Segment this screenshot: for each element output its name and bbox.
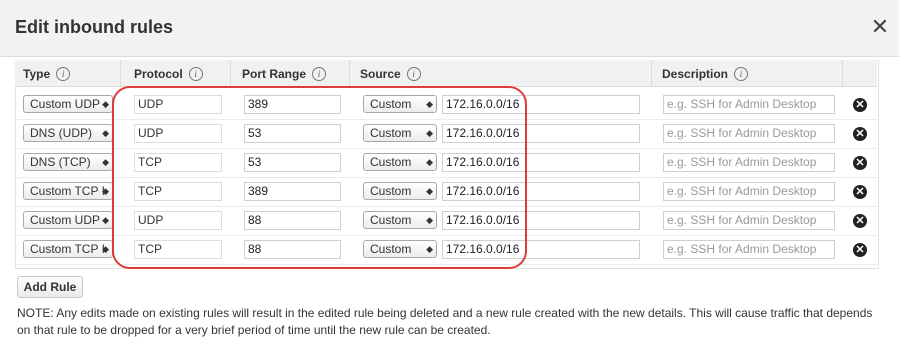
source-cidr-input[interactable]: 172.16.0.0/16 [442, 211, 640, 230]
column-header-protocol: Protocol i [134, 66, 203, 81]
rule-row: DNS (TCP) ◆ TCP 53 Custom ◆ 172.16.0.0/16 … [15, 148, 877, 178]
port-range-input[interactable]: 389 [244, 182, 341, 201]
select-arrow-icon: ◆ [426, 157, 433, 167]
port-range-input[interactable]: 88 [244, 211, 341, 230]
rule-row: Custom UDP ◆ UDP 389 Custom ◆ 172.16.0.0/1… [15, 90, 877, 120]
type-select[interactable]: Custom UDP ◆ [23, 211, 113, 229]
type-select[interactable]: DNS (UDP) ◆ [23, 124, 113, 142]
type-select[interactable]: Custom UDP ◆ [23, 95, 113, 113]
add-rule-button[interactable]: Add Rule [17, 276, 83, 298]
source-select[interactable]: Custom ◆ [363, 95, 437, 113]
source-cidr-input[interactable]: 172.16.0.0/16 [442, 153, 640, 172]
port-range-input[interactable]: 88 [244, 240, 341, 259]
source-cidr-input[interactable]: 172.16.0.0/16 [442, 182, 640, 201]
column-header-port-range: Port Range i [242, 66, 327, 81]
delete-rule-icon[interactable]: ✕ [853, 127, 867, 141]
port-range-input[interactable]: 389 [244, 95, 341, 114]
source-select-value: Custom [370, 155, 412, 169]
delete-rule-icon[interactable]: ✕ [853, 156, 867, 170]
type-select[interactable]: Custom TCP I ◆ [23, 182, 113, 200]
info-icon[interactable]: i [734, 66, 749, 81]
type-select[interactable]: Custom TCP I ◆ [23, 240, 113, 258]
description-input[interactable]: e.g. SSH for Admin Desktop [663, 211, 835, 230]
type-select-value: Custom UDP [30, 213, 101, 227]
type-select-value: Custom UDP [30, 97, 101, 111]
description-input[interactable]: e.g. SSH for Admin Desktop [663, 95, 835, 114]
source-select-value: Custom [370, 97, 412, 111]
source-select-value: Custom [370, 242, 412, 256]
info-icon[interactable]: i [406, 66, 421, 81]
select-arrow-icon: ◆ [102, 157, 109, 167]
source-cidr-input[interactable]: 172.16.0.0/16 [442, 95, 640, 114]
column-divider [349, 60, 350, 86]
select-arrow-icon: ◆ [102, 215, 109, 225]
column-divider [651, 60, 652, 86]
source-select[interactable]: Custom ◆ [363, 153, 437, 171]
close-icon[interactable]: ✕ [870, 14, 890, 40]
column-header-type: Type i [23, 66, 71, 81]
dialog-title: Edit inbound rules [15, 17, 173, 37]
dialog-header: Edit inbound rules ✕ [0, 0, 899, 57]
type-select-value: DNS (TCP) [30, 155, 91, 169]
port-range-input[interactable]: 53 [244, 124, 341, 143]
rule-row: Custom TCP I ◆ TCP 389 Custom ◆ 172.16.0.0… [15, 177, 877, 207]
select-arrow-icon: ◆ [102, 244, 109, 254]
edit-warning-note: NOTE: Any edits made on existing rules w… [17, 306, 873, 337]
info-icon[interactable]: i [188, 66, 203, 81]
column-divider [230, 60, 231, 86]
column-protocol-label: Protocol [134, 66, 183, 81]
select-arrow-icon: ◆ [102, 186, 109, 196]
select-arrow-icon: ◆ [426, 128, 433, 138]
type-select[interactable]: DNS (TCP) ◆ [23, 153, 113, 171]
protocol-field: UDP [134, 124, 222, 143]
column-source-label: Source [360, 66, 401, 81]
rules-table-header: Type i Protocol i Port Range i Source i Desc… [15, 60, 877, 87]
protocol-field: TCP [134, 182, 222, 201]
select-arrow-icon: ◆ [426, 244, 433, 254]
description-input[interactable]: e.g. SSH for Admin Desktop [663, 182, 835, 201]
column-divider [842, 60, 843, 86]
column-divider [120, 60, 121, 86]
select-arrow-icon: ◆ [426, 215, 433, 225]
info-icon[interactable]: i [312, 66, 327, 81]
source-select[interactable]: Custom ◆ [363, 211, 437, 229]
delete-rule-icon[interactable]: ✕ [853, 243, 867, 257]
port-range-input[interactable]: 53 [244, 153, 341, 172]
source-cidr-input[interactable]: 172.16.0.0/16 [442, 240, 640, 259]
source-cidr-input[interactable]: 172.16.0.0/16 [442, 124, 640, 143]
protocol-field: TCP [134, 240, 222, 259]
protocol-field: UDP [134, 211, 222, 230]
delete-rule-icon[interactable]: ✕ [853, 98, 867, 112]
description-input[interactable]: e.g. SSH for Admin Desktop [663, 124, 835, 143]
delete-rule-icon[interactable]: ✕ [853, 185, 867, 199]
column-type-label: Type [23, 66, 51, 81]
type-select-value: DNS (UDP) [30, 126, 92, 140]
protocol-field: UDP [134, 95, 222, 114]
select-arrow-icon: ◆ [102, 128, 109, 138]
source-select-value: Custom [370, 213, 412, 227]
rule-row: Custom UDP ◆ UDP 88 Custom ◆ 172.16.0.0/16… [15, 206, 877, 236]
column-port-range-label: Port Range [242, 66, 307, 81]
description-input[interactable]: e.g. SSH for Admin Desktop [663, 153, 835, 172]
source-select-value: Custom [370, 184, 412, 198]
column-description-label: Description [662, 66, 729, 81]
source-select[interactable]: Custom ◆ [363, 240, 437, 258]
select-arrow-icon: ◆ [426, 186, 433, 196]
rule-row: DNS (UDP) ◆ UDP 53 Custom ◆ 172.16.0.0/16 … [15, 119, 877, 149]
delete-rule-icon[interactable]: ✕ [853, 214, 867, 228]
source-select[interactable]: Custom ◆ [363, 182, 437, 200]
info-icon[interactable]: i [56, 66, 71, 81]
column-header-source: Source i [360, 66, 421, 81]
description-input[interactable]: e.g. SSH for Admin Desktop [663, 240, 835, 259]
source-select-value: Custom [370, 126, 412, 140]
type-select-value: Custom TCP I [30, 242, 105, 256]
protocol-field: TCP [134, 153, 222, 172]
source-select[interactable]: Custom ◆ [363, 124, 437, 142]
type-select-value: Custom TCP I [30, 184, 105, 198]
column-header-description: Description i [662, 66, 749, 81]
select-arrow-icon: ◆ [426, 99, 433, 109]
rule-row: Custom TCP I ◆ TCP 88 Custom ◆ 172.16.0.0/… [15, 235, 877, 265]
select-arrow-icon: ◆ [102, 99, 109, 109]
